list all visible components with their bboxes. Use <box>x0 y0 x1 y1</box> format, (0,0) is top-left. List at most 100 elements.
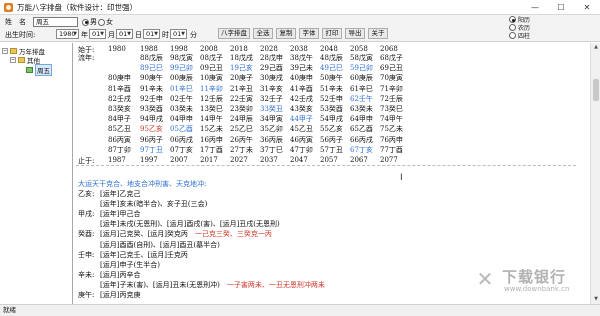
flow-year-cell: 99己卯 <box>170 64 193 73</box>
month-select[interactable]: 01 ▼ <box>89 29 106 39</box>
scroll-thumb[interactable] <box>593 79 599 101</box>
flow-year-cell: 57丁丑 <box>320 145 343 154</box>
note-line: [运月]申子(生半合) <box>100 260 160 270</box>
flow-year-cell: 60庚辰 <box>350 74 373 83</box>
flow-year-cell: 39己未 <box>290 64 313 73</box>
note-pillar-label: 甲戌: <box>78 210 95 219</box>
flow-year-cell: 09己丑 <box>200 64 223 73</box>
day-select[interactable]: 01 ▼ <box>116 29 133 39</box>
start-year: 1988 <box>140 45 158 53</box>
print-button[interactable]: 打印 <box>322 28 342 39</box>
folder-icon <box>10 48 17 54</box>
end-year: 2067 <box>350 156 368 164</box>
watermark-name: 下载银行 <box>502 268 567 286</box>
minute-select[interactable]: 01 ▼ <box>170 29 187 39</box>
flow-year-cell: 70庚寅 <box>380 74 403 83</box>
flow-year-cell: 55乙亥 <box>320 125 343 134</box>
flow-year-cell: 38戊午 <box>290 54 313 62</box>
select-all-button[interactable]: 全选 <box>253 28 273 39</box>
flow-year-cell: 27丁未 <box>230 145 253 154</box>
flow-year-cell: 67丁亥 <box>350 145 373 154</box>
note-text: [运月]丙辛合 <box>100 270 141 279</box>
flow-year-cell: 26丙午 <box>230 135 253 144</box>
watermark: ✕ 下载银行 www.downbank.cn <box>472 262 587 298</box>
note-text: [运月]申子(生半合) <box>100 260 160 269</box>
flow-year-cell: 87丁卯 <box>108 145 131 154</box>
female-radio[interactable] <box>98 18 105 26</box>
solar-calendar-radio[interactable] <box>509 16 516 23</box>
about-button[interactable]: 关于 <box>368 28 388 39</box>
end-year: 2037 <box>260 156 278 164</box>
flow-year-cell: 25乙巳 <box>230 125 253 134</box>
flow-year-cell: 40庚申 <box>290 74 313 83</box>
folder-icon <box>18 57 25 63</box>
tree-leaf-selected[interactable]: 周五 <box>26 64 52 76</box>
flow-year-cell: 98戊寅 <box>170 54 193 62</box>
paipan-button[interactable]: 八字排盘 <box>218 28 250 39</box>
flow-year-cell: 92壬申 <box>140 94 163 103</box>
hour-unit: 时 <box>162 31 169 39</box>
male-label: 男 <box>90 18 97 26</box>
flow-year-cell: 10庚寅 <box>200 74 223 83</box>
flow-year-cell: 96丙子 <box>140 135 163 144</box>
flow-year-cell: 36丙辰 <box>260 135 283 144</box>
minimize-button[interactable]: — <box>522 0 548 15</box>
flow-year-cell: 72壬辰 <box>380 94 403 103</box>
name-input[interactable]: 周五 <box>33 17 78 27</box>
flow-year-cell: 63癸未 <box>350 105 373 113</box>
flow-year-cell: 51辛未 <box>320 84 343 93</box>
flow-year-cell: 44甲子 <box>290 115 313 124</box>
maximize-button[interactable]: ☐ <box>548 0 574 15</box>
flow-year-cell: 88戊辰 <box>140 54 163 62</box>
flow-year-cell: 64甲申 <box>350 115 373 124</box>
hour-select[interactable]: 01 ▼ <box>143 29 160 39</box>
collapse-icon[interactable]: − <box>10 57 16 63</box>
title-bar: 万能八字排盘（软件设计：印世强） — ☐ ✕ <box>0 0 600 15</box>
flow-year-cell: 08戊子 <box>200 54 223 62</box>
flow-year-cell: 56丙子 <box>320 135 343 144</box>
copy-button[interactable]: 复制 <box>276 28 296 39</box>
start-year: 2058 <box>350 45 368 53</box>
flow-year-cell: 13癸巳 <box>200 105 223 113</box>
start-year: 2038 <box>290 45 308 53</box>
flow-year-cell: 29己酉 <box>260 64 283 73</box>
flow-year-cell: 97丁丑 <box>140 145 163 154</box>
note-text: [运年]己克壬、[运月]壬克丙 <box>100 250 188 259</box>
start-year: 1980 <box>108 45 126 53</box>
name-label: 姓 名 <box>5 18 26 26</box>
flow-year-label: 流年: <box>78 54 95 62</box>
flow-year-cell: 54甲戌 <box>320 115 343 124</box>
lunar-calendar-radio[interactable] <box>509 24 516 31</box>
flow-year-cell: 48戊辰 <box>320 54 343 62</box>
flow-year-cell: 45乙丑 <box>290 125 313 134</box>
end-year: 1987 <box>108 156 126 164</box>
separator <box>76 165 576 166</box>
flow-year-cell: 42壬戌 <box>290 94 313 103</box>
note-text: [运年]子未(害)、[运月]丑未(无恩刑冲) <box>100 280 227 289</box>
flow-year-cell: 94甲戌 <box>140 115 163 124</box>
font-button[interactable]: 字体 <box>299 28 319 39</box>
flow-year-cell: 07丁亥 <box>170 145 193 154</box>
record-tree[interactable]: − 万年排盘 − 其他 周五 <box>0 43 73 304</box>
scroll-down-icon[interactable]: ▼ <box>591 295 600 304</box>
scroll-up-icon[interactable]: ▲ <box>591 43 600 52</box>
close-button[interactable]: ✕ <box>574 0 600 15</box>
flow-year-cell: 20庚子 <box>230 74 253 83</box>
end-year: 2007 <box>170 156 188 164</box>
pillars-radio[interactable] <box>509 32 516 39</box>
export-button[interactable]: 导出 <box>345 28 365 39</box>
note-pillar-label: 辛未: <box>78 270 95 279</box>
note-line: [运月]酉酉(自刑)、[运月]酉丑(墓半合) <box>100 240 220 250</box>
flow-year-cell: 76丙申 <box>380 135 403 144</box>
flow-year-cell: 62壬午 <box>350 94 373 103</box>
text-cursor-icon: I <box>400 173 403 183</box>
year-select[interactable]: 1980 ▼ <box>56 29 79 39</box>
male-radio[interactable] <box>82 18 89 26</box>
flow-year-cell: 89己巳 <box>140 64 163 73</box>
status-bar: 就绪 <box>0 304 600 316</box>
note-text: 一己克三癸、三癸克一丙 <box>194 230 272 239</box>
vertical-scrollbar[interactable]: ▲ ▼ <box>590 43 600 304</box>
flow-year-cell: 74甲午 <box>380 115 403 124</box>
collapse-icon[interactable]: − <box>2 48 8 54</box>
start-year: 2018 <box>230 45 248 53</box>
